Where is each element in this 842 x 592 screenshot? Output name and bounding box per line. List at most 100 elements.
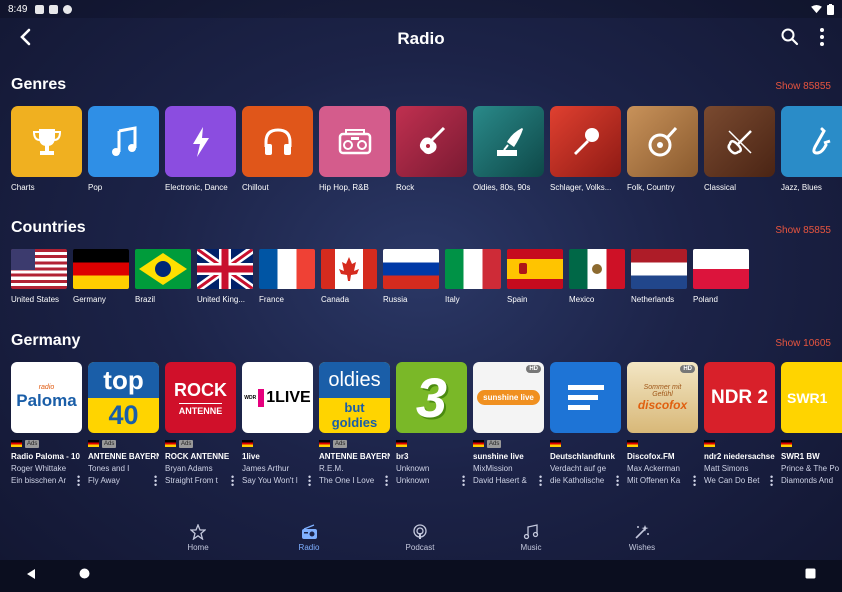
station-song: Diamonds And bbox=[781, 476, 834, 485]
station-menu-button[interactable]: • • • bbox=[231, 473, 236, 490]
station-card[interactable]: radio Paloma Ads Radio Paloma - 10 Roger… bbox=[11, 362, 82, 490]
genre-item[interactable]: Charts bbox=[11, 106, 82, 192]
country-item[interactable]: Spain bbox=[507, 249, 563, 304]
country-item[interactable]: Netherlands bbox=[631, 249, 687, 304]
flag-pl bbox=[693, 249, 749, 289]
genre-tile bbox=[88, 106, 159, 177]
genre-item[interactable]: Hip Hop, R&B bbox=[319, 106, 390, 192]
station-menu-button[interactable]: • • • bbox=[539, 473, 544, 490]
system-recents-icon[interactable] bbox=[805, 568, 816, 579]
app-bar: Radio bbox=[0, 18, 842, 58]
star-icon bbox=[190, 524, 206, 540]
country-item[interactable]: Canada bbox=[321, 249, 377, 304]
country-item[interactable]: Russia bbox=[383, 249, 439, 304]
country-item[interactable]: Mexico bbox=[569, 249, 625, 304]
system-back-icon[interactable] bbox=[25, 568, 37, 580]
country-item[interactable]: United King... bbox=[197, 249, 253, 304]
ads-badge: Ads bbox=[487, 439, 502, 448]
nav-label: Podcast bbox=[405, 543, 435, 552]
country-label: Spain bbox=[507, 295, 528, 304]
station-card[interactable]: 3 br3 Unknown Unknown • • • bbox=[396, 362, 467, 490]
country-label: United King... bbox=[197, 295, 246, 304]
germany-flag-icon bbox=[88, 440, 99, 447]
genre-item[interactable]: Oldies, 80s, 90s bbox=[473, 106, 544, 192]
station-logo: sunshine live HD bbox=[473, 362, 544, 433]
stations-row: radio Paloma Ads Radio Paloma - 10 Roger… bbox=[11, 362, 842, 490]
ads-badge: Ads bbox=[25, 439, 40, 448]
station-card[interactable]: WDR 1LIVE 1live James Arthur Say You Won… bbox=[242, 362, 313, 490]
station-menu-button[interactable]: • • • bbox=[616, 473, 621, 490]
lightning-icon bbox=[192, 126, 209, 157]
genre-item[interactable]: Chillout bbox=[242, 106, 313, 192]
genre-item[interactable]: Rock bbox=[396, 106, 467, 192]
status-bar: 8:49 bbox=[0, 0, 842, 18]
station-menu-button[interactable]: • • • bbox=[385, 473, 390, 490]
station-menu-button[interactable]: • • • bbox=[462, 473, 467, 490]
station-artist: MixMission bbox=[473, 464, 513, 473]
genre-tile bbox=[165, 106, 236, 177]
hd-badge: HD bbox=[680, 365, 695, 373]
country-item[interactable]: Poland bbox=[693, 249, 749, 304]
flag-es bbox=[507, 249, 563, 289]
flag-de bbox=[73, 249, 129, 289]
genre-label: Schlager, Volks... bbox=[550, 183, 612, 192]
germany-flag-icon bbox=[396, 440, 407, 447]
genre-item[interactable]: Electronic, Dance bbox=[165, 106, 236, 192]
station-song: Unknown bbox=[396, 476, 430, 485]
more-options-button[interactable] bbox=[812, 25, 832, 49]
countries-show-all[interactable]: Show 85855 bbox=[775, 225, 831, 236]
station-name: Deutschlandfunk bbox=[550, 452, 615, 461]
station-artist: Verdacht auf ge bbox=[550, 464, 607, 473]
station-card[interactable]: top 40 Ads ANTENNE BAYERN Tones and I Fl… bbox=[88, 362, 159, 490]
system-home-icon[interactable] bbox=[79, 568, 90, 579]
country-item[interactable]: Germany bbox=[73, 249, 129, 304]
station-name: ROCK ANTENNE bbox=[165, 452, 230, 461]
station-menu-button[interactable]: • • • bbox=[693, 473, 698, 490]
nav-radio[interactable]: Radio bbox=[279, 524, 339, 552]
genre-item[interactable]: Jazz, Blues bbox=[781, 106, 842, 192]
nav-home[interactable]: Home bbox=[168, 524, 228, 552]
nav-wishes[interactable]: Wishes bbox=[612, 524, 672, 552]
station-artist: Matt Simons bbox=[704, 464, 749, 473]
station-card[interactable]: oldies but goldies Ads ANTENNE BAYERN R.… bbox=[319, 362, 390, 490]
genres-row: Charts Pop Electronic, Dance Chillout Hi… bbox=[11, 106, 842, 192]
station-menu-button[interactable]: • • • bbox=[770, 473, 775, 490]
station-card[interactable]: sunshine live HD Ads sunshine live MixMi… bbox=[473, 362, 544, 490]
station-card[interactable]: SWR1 SWR1 BW Prince & The Po Diamonds An… bbox=[781, 362, 842, 485]
flag-nl bbox=[631, 249, 687, 289]
station-card[interactable]: ROCK ANTENNE Ads ROCK ANTENNE Bryan Adam… bbox=[165, 362, 236, 490]
status-time: 8:49 bbox=[8, 3, 28, 15]
station-logo: NDR 2 bbox=[704, 362, 775, 433]
genres-show-all[interactable]: Show 85855 bbox=[775, 81, 831, 92]
boombox-icon bbox=[338, 128, 371, 154]
search-button[interactable] bbox=[778, 25, 802, 49]
genre-item[interactable]: Classical bbox=[704, 106, 775, 192]
nav-podcast[interactable]: Podcast bbox=[390, 524, 450, 552]
country-item[interactable]: France bbox=[259, 249, 315, 304]
genre-item[interactable]: Schlager, Volks... bbox=[550, 106, 621, 192]
genre-label: Chillout bbox=[242, 183, 269, 192]
station-menu-button[interactable]: • • • bbox=[154, 473, 159, 490]
station-logo: oldies but goldies bbox=[319, 362, 390, 433]
germany-title: Germany bbox=[11, 332, 81, 349]
station-artist: Tones and I bbox=[88, 464, 130, 473]
genre-tile bbox=[319, 106, 390, 177]
station-menu-button[interactable]: • • • bbox=[77, 473, 82, 490]
germany-show-all[interactable]: Show 10605 bbox=[775, 338, 831, 349]
genre-label: Rock bbox=[396, 183, 415, 192]
genre-label: Hip Hop, R&B bbox=[319, 183, 369, 192]
station-card[interactable]: NDR 2 ndr2 niedersachse Matt Simons We C… bbox=[704, 362, 775, 490]
genre-item[interactable]: Pop bbox=[88, 106, 159, 192]
country-item[interactable]: United States bbox=[11, 249, 67, 304]
country-item[interactable]: Brazil bbox=[135, 249, 191, 304]
station-menu-button[interactable]: • • • bbox=[308, 473, 313, 490]
nav-music[interactable]: Music bbox=[501, 524, 561, 552]
trophy-icon bbox=[32, 128, 61, 155]
station-card[interactable]: Sommer mit Gefühl discofox HD Discofox.F… bbox=[627, 362, 698, 490]
country-item[interactable]: Italy bbox=[445, 249, 501, 304]
genre-tile bbox=[242, 106, 313, 177]
station-card[interactable]: Deutschlandfunk Verdacht auf ge die Kath… bbox=[550, 362, 621, 490]
ads-badge: Ads bbox=[333, 439, 348, 448]
music-icon bbox=[523, 524, 539, 540]
genre-item[interactable]: Folk, Country bbox=[627, 106, 698, 192]
